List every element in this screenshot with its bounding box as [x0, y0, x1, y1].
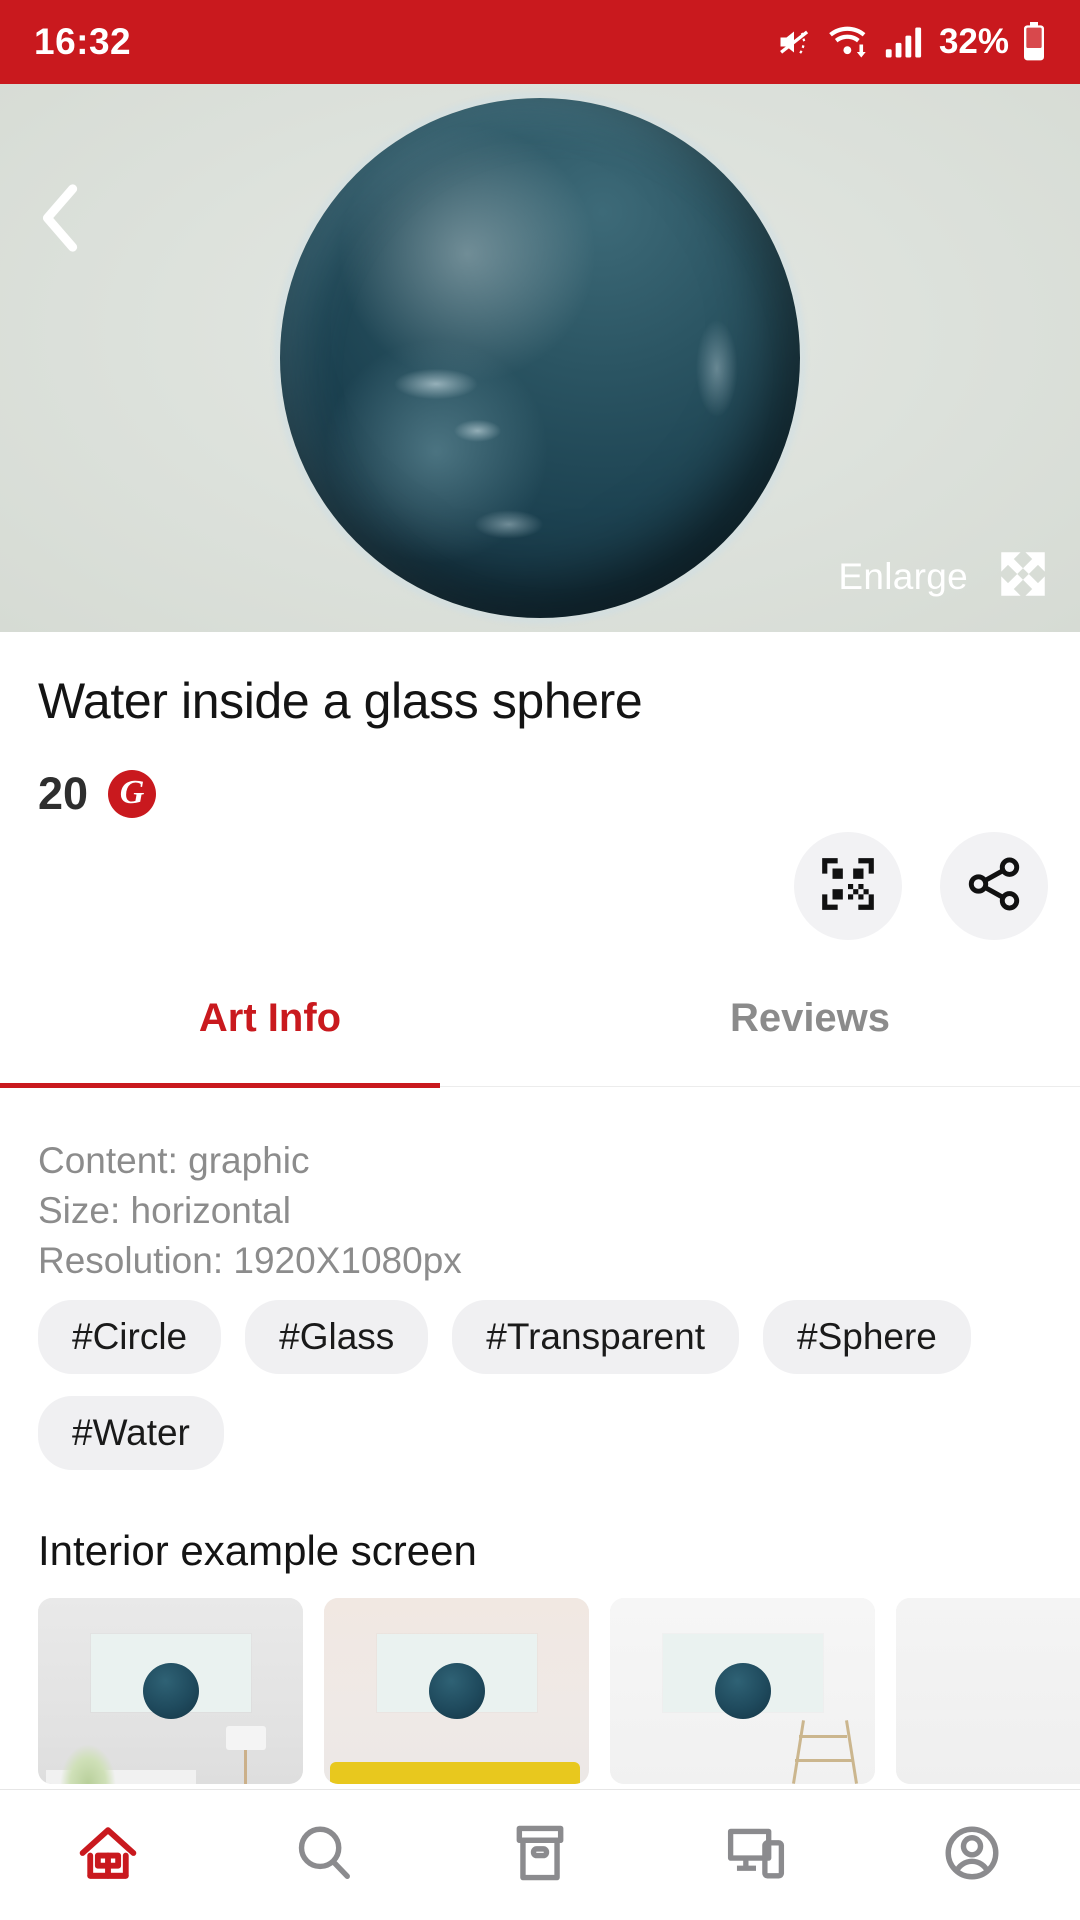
- tag-chip[interactable]: #Circle: [38, 1300, 222, 1374]
- qr-code-button[interactable]: [794, 832, 902, 940]
- mute-icon: [774, 24, 814, 60]
- qr-code-icon: [817, 853, 879, 920]
- expand-icon: [994, 545, 1052, 608]
- bottom-nav: [0, 1790, 1080, 1920]
- app-root: 16:32 32% Enlarge Water inside a glass s…: [0, 0, 1080, 1920]
- interior-carousel[interactable]: [38, 1598, 1080, 1784]
- battery-icon: [1022, 22, 1046, 62]
- lamp-decor: [223, 1726, 269, 1784]
- meta-resolution: Resolution: 1920X1080px: [38, 1240, 462, 1281]
- artwork-sphere: [274, 92, 806, 624]
- tab-art-info[interactable]: Art Info: [0, 990, 540, 1090]
- nav-account[interactable]: [864, 1790, 1080, 1920]
- nav-home[interactable]: [0, 1790, 216, 1920]
- coin-icon: G: [108, 770, 157, 818]
- tag-list: #Circle #Glass #Transparent #Sphere #Wat…: [38, 1300, 1048, 1470]
- archive-box-icon: [509, 1822, 571, 1889]
- share-button[interactable]: [940, 832, 1048, 940]
- sphere-body: [280, 98, 800, 618]
- search-icon: [292, 1822, 356, 1889]
- account-icon: [940, 1822, 1004, 1889]
- action-buttons: [794, 832, 1048, 940]
- tag-chip[interactable]: #Water: [38, 1396, 224, 1470]
- price-row: 20 G: [38, 768, 157, 820]
- status-time: 16:32: [34, 21, 132, 62]
- interior-thumb-1[interactable]: [38, 1598, 303, 1784]
- home-icon: [75, 1822, 141, 1889]
- status-icons: 32%: [774, 22, 1046, 62]
- interior-thumb-3[interactable]: [610, 1598, 875, 1784]
- meta-content: Content: graphic: [38, 1140, 310, 1181]
- sofa-decor: [330, 1762, 580, 1784]
- ladder-decor: [787, 1712, 859, 1784]
- enlarge-label: Enlarge: [838, 555, 968, 597]
- battery-percent: 32%: [938, 22, 1009, 61]
- nav-search[interactable]: [216, 1790, 432, 1920]
- price-value: 20: [38, 768, 89, 819]
- enlarge-button[interactable]: Enlarge: [838, 545, 1052, 608]
- interior-thumb-4[interactable]: [896, 1598, 1080, 1784]
- tab-divider: [440, 1086, 1080, 1087]
- tab-active-indicator: [0, 1083, 440, 1088]
- nav-archive[interactable]: [432, 1790, 648, 1920]
- signal-icon: [884, 25, 924, 59]
- tag-chip[interactable]: #Transparent: [452, 1300, 739, 1374]
- wifi-icon: [827, 24, 871, 60]
- devices-icon: [723, 1822, 789, 1889]
- share-icon: [963, 853, 1025, 920]
- section-title-interior: Interior example screen: [38, 1527, 477, 1574]
- nav-devices[interactable]: [648, 1790, 864, 1920]
- tag-chip[interactable]: #Sphere: [763, 1300, 971, 1374]
- back-chevron-icon: [39, 183, 83, 258]
- hero-image[interactable]: Enlarge: [0, 84, 1080, 632]
- interior-thumb-2[interactable]: [324, 1598, 589, 1784]
- back-button[interactable]: [26, 180, 96, 260]
- status-bar: 16:32 32%: [0, 0, 1080, 84]
- meta-size: Size: horizontal: [38, 1190, 291, 1231]
- tab-reviews[interactable]: Reviews: [540, 990, 1080, 1090]
- art-info-meta: Content: graphic Size: horizontal Resolu…: [38, 1136, 462, 1286]
- page-title: Water inside a glass sphere: [38, 673, 643, 729]
- tag-chip[interactable]: #Glass: [245, 1300, 429, 1374]
- tab-bar: Art Info Reviews: [0, 990, 1080, 1090]
- plant-decor: [60, 1744, 116, 1784]
